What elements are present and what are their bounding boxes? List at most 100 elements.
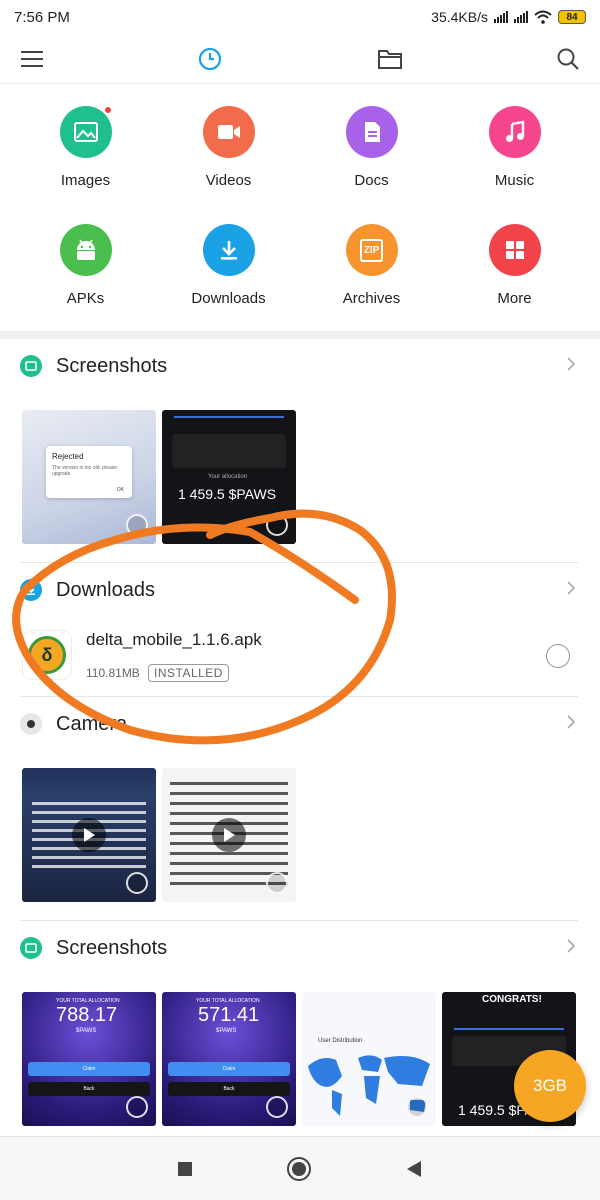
file-name: delta_mobile_1.1.6.apk — [86, 630, 262, 649]
back-label: Back — [83, 1086, 95, 1092]
category-label: Archives — [342, 290, 401, 307]
select-circle[interactable] — [266, 872, 288, 894]
back-button: Back — [28, 1082, 150, 1096]
rejected-dialog: Rejected The version is too old, please … — [46, 446, 132, 498]
chevron-right-icon[interactable] — [566, 356, 576, 372]
select-radio[interactable] — [546, 644, 570, 668]
claim-label: Claim — [222, 1066, 236, 1072]
select-circle[interactable] — [266, 1096, 288, 1118]
category-grid: Images Videos Docs Music APKs Downloads … — [0, 86, 600, 330]
storage-fab[interactable]: 3GB — [514, 1050, 586, 1122]
app-icon-letter: δ — [41, 644, 53, 665]
screenshot-thumbnail[interactable]: YOUR TOTAL ALLOCATION 788.17 $PAWS Claim… — [22, 992, 156, 1126]
map-title: User Distribution — [318, 1038, 363, 1044]
category-archives[interactable]: ZIP Archives — [300, 224, 443, 307]
allocation-card — [172, 434, 286, 468]
signal-icon — [494, 11, 508, 23]
network-speed: 35.4KB/s — [431, 9, 488, 25]
status-time: 7:56 PM — [14, 8, 70, 26]
download-file-row[interactable]: δ delta_mobile_1.1.6.apk 110.81MB INSTAL… — [20, 628, 580, 684]
back-icon[interactable] — [405, 1160, 423, 1178]
category-docs[interactable]: Docs — [300, 106, 443, 189]
signal-icon-2 — [514, 11, 528, 23]
claim-button: Claim — [168, 1062, 290, 1076]
grid-icon — [488, 224, 541, 276]
top-toolbar — [0, 34, 600, 84]
folder-icon[interactable] — [377, 48, 403, 70]
screenshot-thumbnail[interactable]: YOUR TOTAL ALLOCATION 571.41 $PAWS Claim… — [162, 992, 296, 1126]
section-title: Screenshots — [56, 354, 168, 377]
status-bar: 7:56 PM 35.4KB/s 84 — [0, 0, 600, 34]
doc-icon — [345, 106, 398, 158]
claim-label: Claim — [82, 1066, 96, 1072]
category-label: Music — [494, 172, 535, 189]
category-music[interactable]: Music — [443, 106, 586, 189]
section-header-camera[interactable]: Camera — [0, 698, 600, 750]
category-downloads[interactable]: Downloads — [157, 224, 300, 307]
divider — [20, 920, 578, 921]
chevron-right-icon[interactable] — [566, 580, 576, 596]
video-thumbnail[interactable] — [22, 768, 156, 902]
category-label: Images — [60, 172, 111, 189]
search-icon[interactable] — [556, 47, 580, 71]
image-icon — [59, 105, 113, 158]
select-circle[interactable] — [406, 1096, 428, 1118]
category-images[interactable]: Images — [14, 105, 157, 189]
recents-icon[interactable] — [177, 1161, 193, 1177]
section-title: Camera — [56, 712, 128, 735]
video-thumbnail[interactable] — [162, 768, 296, 902]
screenshot-icon — [20, 355, 42, 377]
music-icon — [488, 106, 541, 158]
chevron-right-icon[interactable] — [566, 714, 576, 730]
allocation-unit: $PAWS — [76, 1028, 97, 1034]
select-circle[interactable] — [126, 872, 148, 894]
category-more[interactable]: More — [443, 224, 586, 307]
section-title: Downloads — [56, 578, 155, 601]
claim-button: Claim — [28, 1062, 150, 1076]
android-icon — [59, 224, 112, 276]
category-videos[interactable]: Videos — [157, 106, 300, 189]
zip-icon: ZIP — [345, 224, 398, 276]
section-header-screenshots[interactable]: Screenshots — [0, 922, 600, 974]
menu-icon[interactable] — [20, 49, 44, 69]
dialog-ok: OK — [116, 487, 124, 493]
category-label: APKs — [66, 290, 105, 307]
status-indicators: 35.4KB/s 84 — [431, 9, 586, 25]
progress-track — [174, 416, 284, 418]
divider — [20, 562, 578, 563]
category-apks[interactable]: APKs — [14, 224, 157, 307]
home-icon[interactable] — [286, 1156, 312, 1182]
screenshot-thumbnail[interactable]: User Distribution — [302, 992, 436, 1126]
progress-track — [454, 1028, 564, 1030]
battery-indicator: 84 — [558, 10, 586, 24]
section-divider — [0, 331, 600, 339]
select-circle[interactable] — [266, 514, 288, 536]
camera-icon — [20, 713, 42, 735]
chevron-right-icon[interactable] — [566, 938, 576, 954]
dialog-body: The version is too old, please upgrade — [52, 465, 118, 477]
play-icon — [72, 818, 106, 852]
screenshot-thumbnail[interactable]: Rejected The version is too old, please … — [22, 410, 156, 544]
allocation-label: Your allocation — [208, 474, 248, 480]
wifi-icon — [534, 10, 552, 24]
screenshot-thumbnail[interactable]: Your allocation 1 459.5 $PAWS — [162, 410, 296, 544]
section-header-screenshots[interactable]: Screenshots — [0, 340, 600, 392]
divider — [20, 696, 578, 697]
allocation-unit: $PAWS — [216, 1028, 237, 1034]
back-label: Back — [223, 1086, 235, 1092]
zip-icon-text: ZIP — [359, 238, 384, 262]
category-label: Downloads — [191, 290, 266, 307]
clock-icon[interactable] — [197, 46, 223, 72]
select-circle[interactable] — [126, 514, 148, 536]
section-header-downloads[interactable]: Downloads — [0, 564, 600, 616]
notification-dot — [102, 105, 113, 115]
allocation-value: 571.41 — [198, 1004, 260, 1026]
back-button: Back — [168, 1082, 290, 1096]
download-icon — [20, 579, 42, 601]
congrats-title: CONGRATS! — [482, 994, 542, 1005]
select-circle[interactable] — [126, 1096, 148, 1118]
category-label: Docs — [354, 172, 389, 189]
dialog-title: Rejected — [52, 452, 84, 461]
system-nav-bar — [0, 1136, 600, 1200]
paws-amount: 1 459.5 $PAWS — [178, 486, 277, 502]
